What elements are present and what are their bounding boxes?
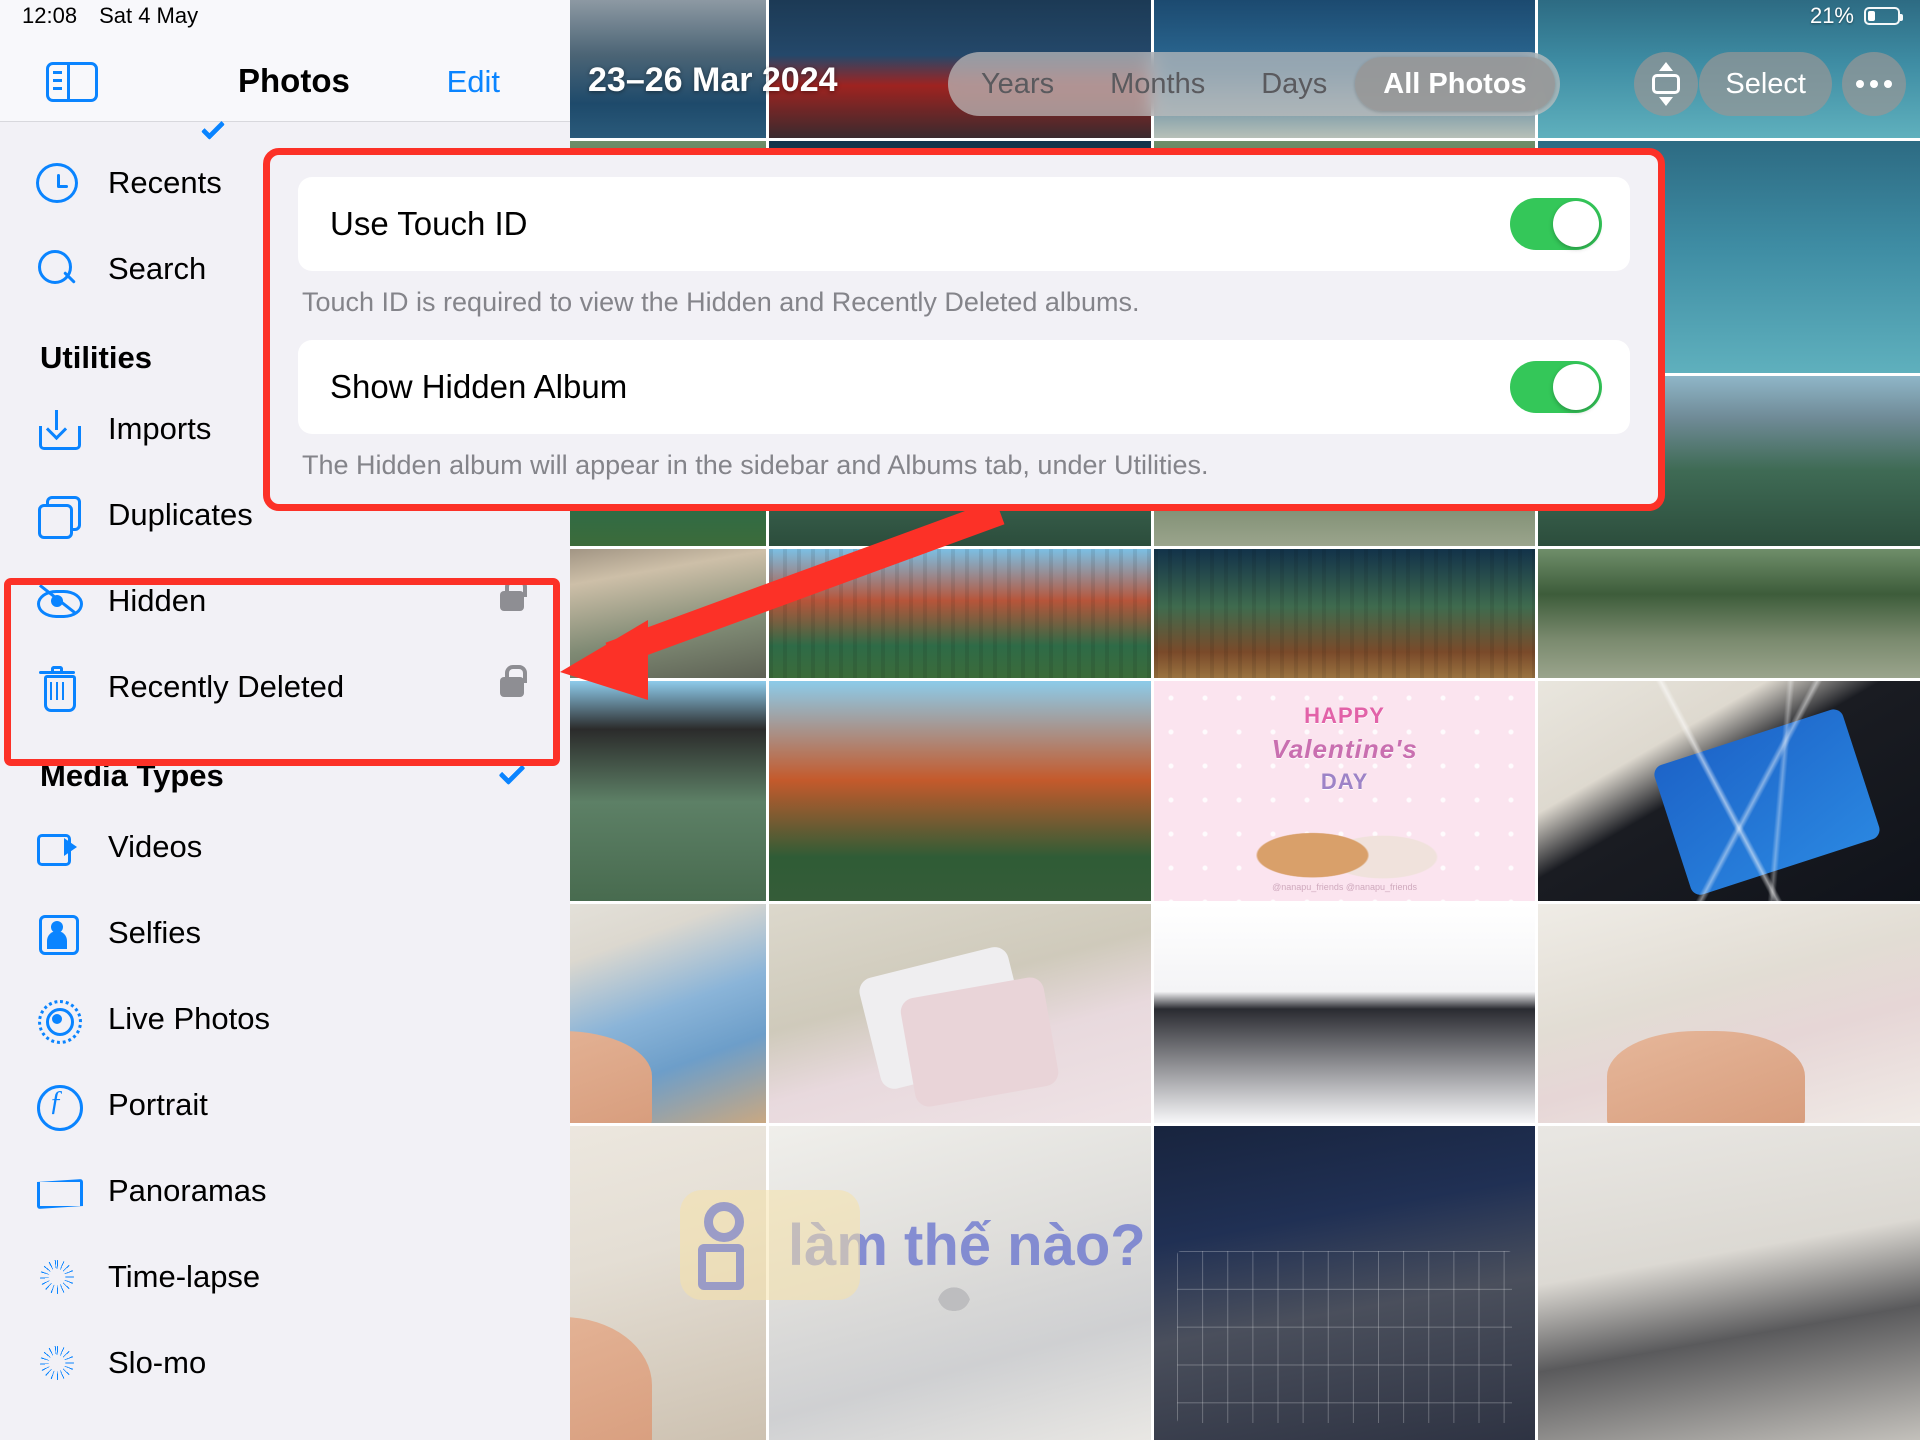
photo-thumbnail[interactable]	[1538, 1126, 1920, 1440]
sidebar-item-time-lapse[interactable]: Time-lapse	[0, 1234, 570, 1320]
photo-thumbnail-valentine[interactable]: HAPPY Valentine's DAY @nanapu_friends @n…	[1153, 681, 1536, 901]
settings-overlay-panel: Use Touch ID Touch ID is required to vie…	[263, 148, 1665, 511]
sidebar-item-label: Panoramas	[108, 1173, 267, 1208]
search-icon	[36, 248, 78, 290]
tab-days[interactable]: Days	[1233, 57, 1355, 111]
lock-icon	[500, 579, 527, 611]
page-title: Photos	[238, 62, 350, 99]
photo-thumbnail[interactable]	[1153, 1126, 1536, 1440]
setting-description: The Hidden album will appear in the side…	[302, 450, 1209, 480]
photo-thumbnail[interactable]	[1538, 549, 1920, 678]
sidebar-navbar: Photos Edit	[0, 0, 570, 122]
valentine-illustration	[1237, 799, 1452, 893]
ipad-photos-screen: HAPPY Valentine's DAY @nanapu_friends @n…	[0, 0, 1920, 1440]
valentine-line2: Valentine's	[1271, 733, 1418, 764]
sidebar-item-slo-mo[interactable]: Slo-mo	[0, 1320, 570, 1406]
photo-date-header: 23–26 Mar 2024	[588, 61, 838, 99]
setting-title: Use Touch ID	[330, 205, 528, 242]
sidebar-item-label: Duplicates	[108, 497, 253, 532]
toggle-show-hidden-album[interactable]	[1510, 361, 1602, 413]
sidebar-item-videos[interactable]: Videos	[0, 804, 570, 890]
hidden-eye-icon	[36, 580, 83, 622]
sidebar-item-label: Selfies	[108, 915, 202, 950]
sidebar-item-recently-deleted[interactable]: Recently Deleted	[0, 644, 570, 730]
live-photo-icon	[36, 998, 82, 1044]
valentine-line3: DAY	[1320, 769, 1369, 794]
sidebar-item-label: Slo-mo	[108, 1345, 207, 1380]
slomo-icon	[36, 1342, 78, 1384]
section-header-media-types[interactable]: Media Types	[0, 730, 570, 804]
timeline-segmented-control[interactable]: Years Months Days All Photos	[948, 52, 1560, 116]
more-options-icon[interactable]	[1842, 52, 1906, 116]
zoom-grid-icon[interactable]	[1634, 52, 1698, 116]
section-title: Media Types	[40, 758, 224, 793]
sidebar-item-portrait[interactable]: Portrait	[0, 1062, 570, 1148]
sidebar-item-label: Hidden	[108, 583, 207, 618]
setting-row-show-hidden-album[interactable]: Show Hidden Album	[298, 340, 1630, 434]
photo-thumbnail[interactable]	[1538, 681, 1920, 901]
lock-icon	[500, 665, 527, 697]
photo-thumbnail[interactable]	[769, 549, 1151, 678]
portrait-aperture-icon	[36, 1084, 83, 1131]
photo-thumbnail[interactable]	[769, 1126, 1151, 1440]
setting-title: Show Hidden Album	[330, 368, 628, 405]
clock-icon	[36, 163, 78, 203]
valentine-caption: @nanapu_friends @nanapu_friends	[1272, 882, 1418, 893]
section-title: Utilities	[40, 340, 152, 375]
chevron-down-icon[interactable]	[498, 758, 526, 786]
sidebar-item-label: Search	[108, 251, 207, 286]
toggle-use-touch-id[interactable]	[1510, 198, 1602, 250]
setting-row-use-touch-id[interactable]: Use Touch ID	[298, 177, 1630, 271]
timelapse-icon	[36, 1256, 78, 1298]
photo-thumbnail[interactable]	[1538, 904, 1920, 1123]
valentine-line1: HAPPY	[1304, 703, 1385, 728]
sidebar-item-label: Videos	[108, 829, 203, 864]
cut-off-section-header	[0, 115, 570, 141]
tab-years[interactable]: Years	[953, 57, 1082, 111]
sidebar-item-live-photos[interactable]: Live Photos	[0, 976, 570, 1062]
selfie-icon	[36, 912, 79, 955]
sidebar-item-label: Portrait	[108, 1087, 208, 1122]
photo-thumbnail[interactable]	[1153, 549, 1536, 678]
video-icon	[36, 826, 78, 868]
import-icon	[36, 408, 81, 450]
sidebar-item-hidden[interactable]: Hidden	[0, 558, 570, 644]
sidebar-item-label: Recents	[108, 165, 222, 200]
photo-thumbnail[interactable]	[769, 681, 1151, 901]
tab-months[interactable]: Months	[1082, 57, 1233, 111]
tab-all-photos[interactable]: All Photos	[1355, 57, 1555, 111]
photo-thumbnail[interactable]	[769, 904, 1151, 1123]
sidebar-item-label: Recently Deleted	[108, 669, 345, 704]
sidebar-item-label: Imports	[108, 411, 212, 446]
sidebar-toggle-icon[interactable]	[46, 62, 98, 102]
sidebar-item-label: Time-lapse	[108, 1259, 261, 1294]
photo-thumbnail[interactable]	[1153, 904, 1536, 1123]
sidebar-item-selfies[interactable]: Selfies	[0, 890, 570, 976]
trash-icon	[36, 666, 78, 712]
duplicates-icon	[36, 494, 81, 539]
setting-description: Touch ID is required to view the Hidden …	[302, 287, 1140, 317]
sidebar-item-panoramas[interactable]: Panoramas	[0, 1148, 570, 1234]
edit-button[interactable]: Edit	[447, 64, 500, 100]
sidebar-item-label: Live Photos	[108, 1001, 270, 1036]
panorama-icon	[36, 1170, 78, 1212]
select-button[interactable]: Select	[1699, 52, 1832, 116]
